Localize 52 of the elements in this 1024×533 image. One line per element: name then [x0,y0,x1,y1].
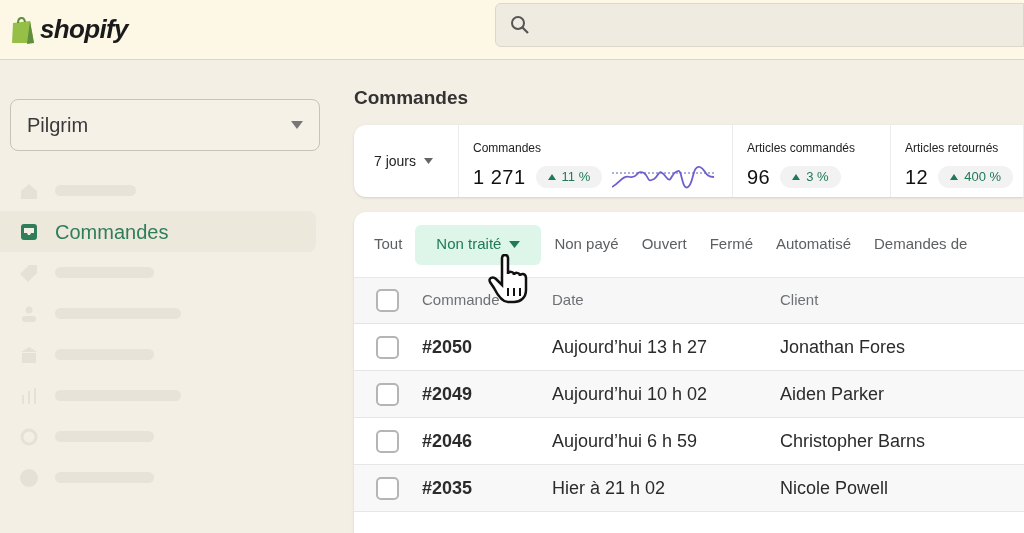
filter-tab[interactable]: Non traité [415,224,542,265]
period-dropdown[interactable]: 7 jours [374,150,434,172]
table-cell-text: Aujourd’hui 10 h 02 [552,382,709,406]
caret-icon [424,158,434,164]
column-header: Client [780,290,820,311]
logo-text: shopify [40,13,128,46]
change-badge: 11 % [535,166,603,188]
change-badge: 400 % [938,166,1014,188]
table-cell-text: #2046 [422,429,474,453]
caret-icon [291,121,303,129]
metric-label: Articles commandés [747,140,857,157]
inbox-icon [19,221,39,242]
table-cell-text: Aujourd’hui 13 h 27 [552,335,709,359]
metric-value: 1 271 [473,165,526,190]
table-cell-text: #2050 [422,335,474,359]
column-header: Date [552,290,585,311]
caret-icon [509,241,521,248]
filter-tab[interactable]: Non payé [544,224,629,265]
search-icon [510,14,530,35]
table-cell-text: #2035 [422,476,474,500]
table-cell-text: Aiden Parker [780,382,886,406]
sidebar-item[interactable]: Commandes [0,211,316,252]
metric-label: Articles retournés [905,140,1000,157]
filter-tab[interactable]: Tout [364,224,413,265]
column-header: Commande [422,290,501,311]
filter-tab[interactable]: Fermé [699,224,763,265]
filter-tab[interactable]: Automatisé [766,224,862,265]
table-cell-text: Christopher Barns [780,429,927,453]
table-cell-text: Aujourd’hui 6 h 59 [552,429,699,453]
search-field[interactable] [495,2,1024,47]
up-arrow-icon [792,174,801,180]
metric-value: 96 [747,165,771,190]
checkbox[interactable] [376,429,399,453]
up-arrow-icon [950,174,959,180]
table-cell-text: Nicole Powell [780,476,890,500]
checkbox[interactable] [376,289,399,312]
change-badge: 3 % [780,166,841,188]
up-arrow-icon [547,174,556,180]
table-cell-text: Hier à 21 h 02 [552,476,667,500]
filter-tab[interactable]: Ouvert [631,224,697,265]
metric-label: Commandes [473,140,543,157]
store-selector[interactable]: Pilgrim [10,99,320,151]
metric-value: 12 [905,165,929,190]
table-cell-text: Jonathan Fores [780,335,907,359]
checkbox[interactable] [376,476,399,500]
store-name: Pilgrim [27,113,89,138]
shopping-bag-logo-icon [10,14,36,45]
checkbox[interactable] [376,382,399,406]
filter-tab[interactable]: Demandes de [864,224,978,265]
table-cell-text: #2049 [422,382,474,406]
checkbox[interactable] [376,335,399,359]
page-title: Commandes [354,86,470,110]
